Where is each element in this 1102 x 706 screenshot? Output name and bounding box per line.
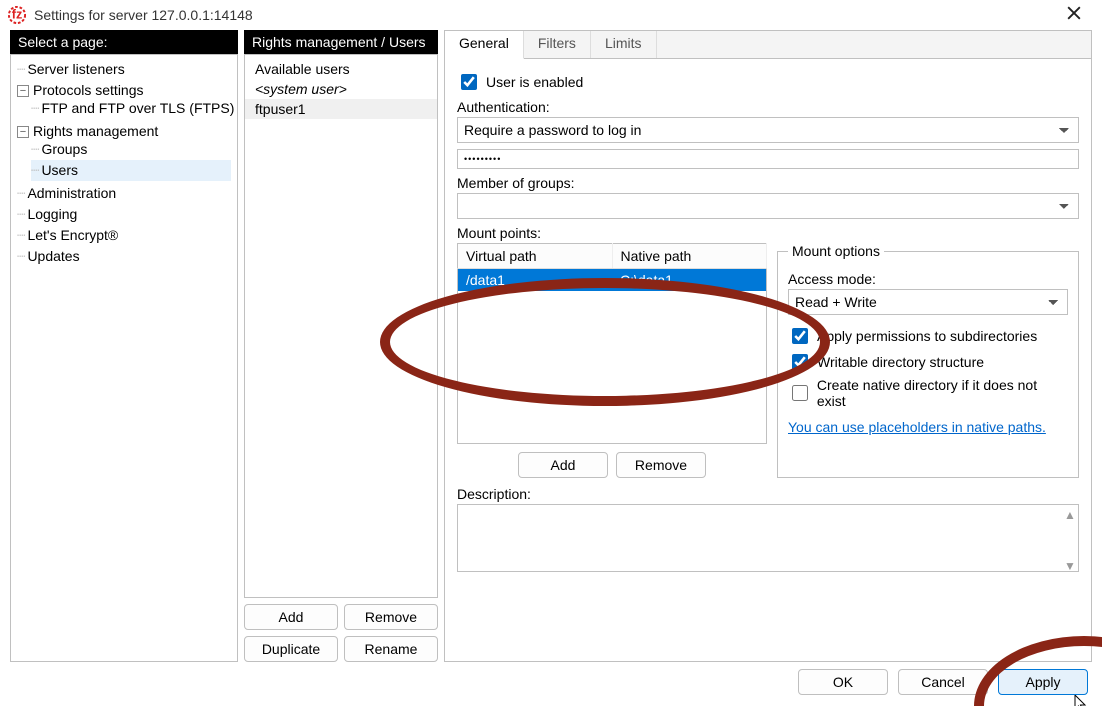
mid-panel: Rights management / Users Available user… (244, 30, 438, 662)
create-native-dir-label: Create native directory if it does not e… (817, 377, 1068, 409)
placeholders-link[interactable]: You can use placeholders in native paths… (788, 419, 1068, 435)
svg-text:fz: fz (12, 8, 23, 22)
system-user-item[interactable]: <system user> (245, 79, 437, 99)
tab-limits[interactable]: Limits (591, 31, 657, 58)
authentication-label: Authentication: (457, 99, 1079, 115)
nav-groups[interactable]: Groups (31, 139, 231, 160)
scroll-up-icon[interactable]: ▲ (1063, 508, 1077, 522)
mount-add-button[interactable]: Add (518, 452, 608, 478)
nav-updates[interactable]: Updates (17, 246, 231, 267)
mid-panel-header: Rights management / Users (244, 30, 438, 54)
nav-lets-encrypt[interactable]: Let's Encrypt® (17, 225, 231, 246)
right-panel: General Filters Limits User is enabled A… (444, 30, 1092, 662)
user-item-ftpuser1[interactable]: ftpuser1 (245, 99, 437, 119)
description-label: Description: (457, 486, 1079, 502)
app-icon: fz (8, 6, 26, 24)
access-mode-select[interactable]: Read + Write (788, 289, 1068, 315)
col-virtual-path[interactable]: Virtual path (458, 244, 613, 269)
apply-button[interactable]: Apply (998, 669, 1088, 695)
member-of-groups-select[interactable] (457, 193, 1079, 219)
mount-points-table[interactable]: Virtual path Native path /data1 C:\data1 (457, 243, 767, 444)
tab-filters[interactable]: Filters (524, 31, 591, 58)
mount-points-label: Mount points: (457, 225, 1079, 241)
left-panel-header: Select a page: (10, 30, 238, 54)
mount-options-group: Mount options Access mode: Read + Write … (777, 243, 1079, 478)
ok-button[interactable]: OK (798, 669, 888, 695)
member-of-groups-label: Member of groups: (457, 175, 1079, 191)
nav-rights-management[interactable]: −Rights management Groups Users (17, 121, 231, 183)
nav-protocols-settings[interactable]: −Protocols settings FTP and FTP over TLS… (17, 80, 231, 121)
available-users-heading: Available users (245, 59, 437, 79)
nav-ftp-ftps[interactable]: FTP and FTP over TLS (FTPS) (31, 98, 231, 119)
left-panel: Select a page: Server listeners −Protoco… (10, 30, 238, 662)
user-enabled-label: User is enabled (486, 74, 583, 90)
user-enabled-checkbox[interactable] (461, 74, 477, 90)
tabs: General Filters Limits (445, 31, 1091, 59)
mount-remove-button[interactable]: Remove (616, 452, 706, 478)
col-native-path[interactable]: Native path (612, 244, 767, 269)
duplicate-user-button[interactable]: Duplicate (244, 636, 338, 662)
apply-permissions-checkbox[interactable] (792, 328, 808, 344)
tab-general-content: User is enabled Authentication: Require … (445, 59, 1091, 583)
cell-native-path[interactable]: C:\data1 (612, 269, 767, 292)
rename-user-button[interactable]: Rename (344, 636, 438, 662)
authentication-select[interactable]: Require a password to log in (457, 117, 1079, 143)
add-user-button[interactable]: Add (244, 604, 338, 630)
access-mode-label: Access mode: (788, 271, 1068, 287)
cell-virtual-path[interactable]: /data1 (458, 269, 613, 292)
tree-collapse-icon[interactable]: − (17, 126, 29, 138)
nav-tree[interactable]: Server listeners −Protocols settings FTP… (10, 54, 238, 662)
tab-general[interactable]: General (445, 31, 524, 59)
nav-administration[interactable]: Administration (17, 183, 231, 204)
title-bar: fz Settings for server 127.0.0.1:14148 (0, 0, 1102, 30)
available-users-list[interactable]: Available users <system user> ftpuser1 (244, 54, 438, 598)
dialog-footer: OK Cancel Apply (0, 662, 1102, 702)
window-title: Settings for server 127.0.0.1:14148 (34, 7, 1054, 23)
close-icon[interactable] (1054, 6, 1094, 25)
cancel-button[interactable]: Cancel (898, 669, 988, 695)
nav-logging[interactable]: Logging (17, 204, 231, 225)
create-native-dir-checkbox[interactable] (792, 385, 808, 401)
nav-server-listeners[interactable]: Server listeners (17, 59, 231, 80)
description-textarea[interactable] (457, 504, 1079, 572)
writable-structure-checkbox[interactable] (792, 354, 808, 370)
writable-structure-label: Writable directory structure (817, 354, 984, 370)
tree-collapse-icon[interactable]: − (17, 85, 29, 97)
apply-permissions-label: Apply permissions to subdirectories (817, 328, 1037, 344)
nav-users[interactable]: Users (31, 160, 231, 181)
password-input[interactable] (457, 149, 1079, 169)
remove-user-button[interactable]: Remove (344, 604, 438, 630)
mount-row-data1[interactable]: /data1 C:\data1 (458, 269, 767, 292)
mount-options-legend: Mount options (788, 243, 884, 259)
scroll-down-icon[interactable]: ▼ (1063, 559, 1077, 573)
